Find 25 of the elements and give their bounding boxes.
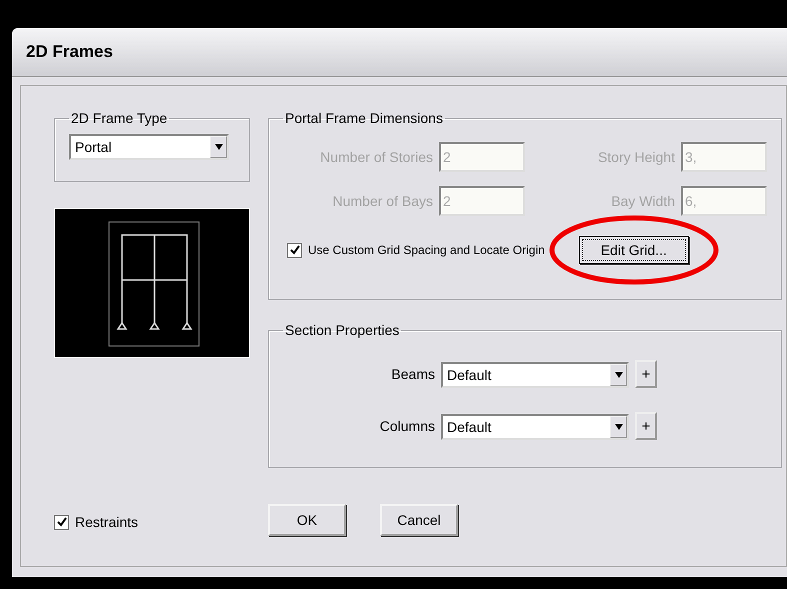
field-label: Story Height — [596, 149, 675, 165]
field-label: Bay Width — [610, 193, 675, 209]
group-title: 2D Frame Type — [70, 110, 168, 126]
add-button[interactable]: + — [635, 360, 657, 388]
custom-grid-checkbox[interactable]: Use Custom Grid Spacing and Locate Origin — [287, 242, 545, 258]
window-title: 2D Frames — [26, 42, 113, 62]
field-label: Beams — [390, 366, 435, 382]
check-icon — [56, 517, 66, 527]
frame-type-dropdown[interactable]: Portal — [69, 134, 229, 160]
add-button[interactable]: + — [635, 412, 657, 440]
field-label: Number of Stories — [319, 149, 433, 165]
dialog-button[interactable]: OK — [268, 504, 346, 536]
check-icon — [290, 245, 300, 255]
dropdown-arrow-icon — [214, 144, 222, 150]
section-dropdown[interactable]: Default — [441, 414, 629, 440]
field-label: Columns — [378, 418, 435, 434]
field-label: Number of Bays — [332, 193, 433, 209]
dropdown-arrow-icon — [614, 424, 622, 430]
restraints-checkbox[interactable]: Restraints — [54, 514, 250, 530]
group-title: Portal Frame Dimensions — [284, 110, 444, 126]
group-title: Section Properties — [284, 322, 400, 338]
dialog-button[interactable]: Cancel — [380, 504, 458, 536]
section-dropdown[interactable]: Default — [441, 362, 629, 388]
edit-grid-button[interactable]: Edit Grid... — [578, 236, 689, 264]
dropdown-arrow-icon — [614, 372, 622, 378]
